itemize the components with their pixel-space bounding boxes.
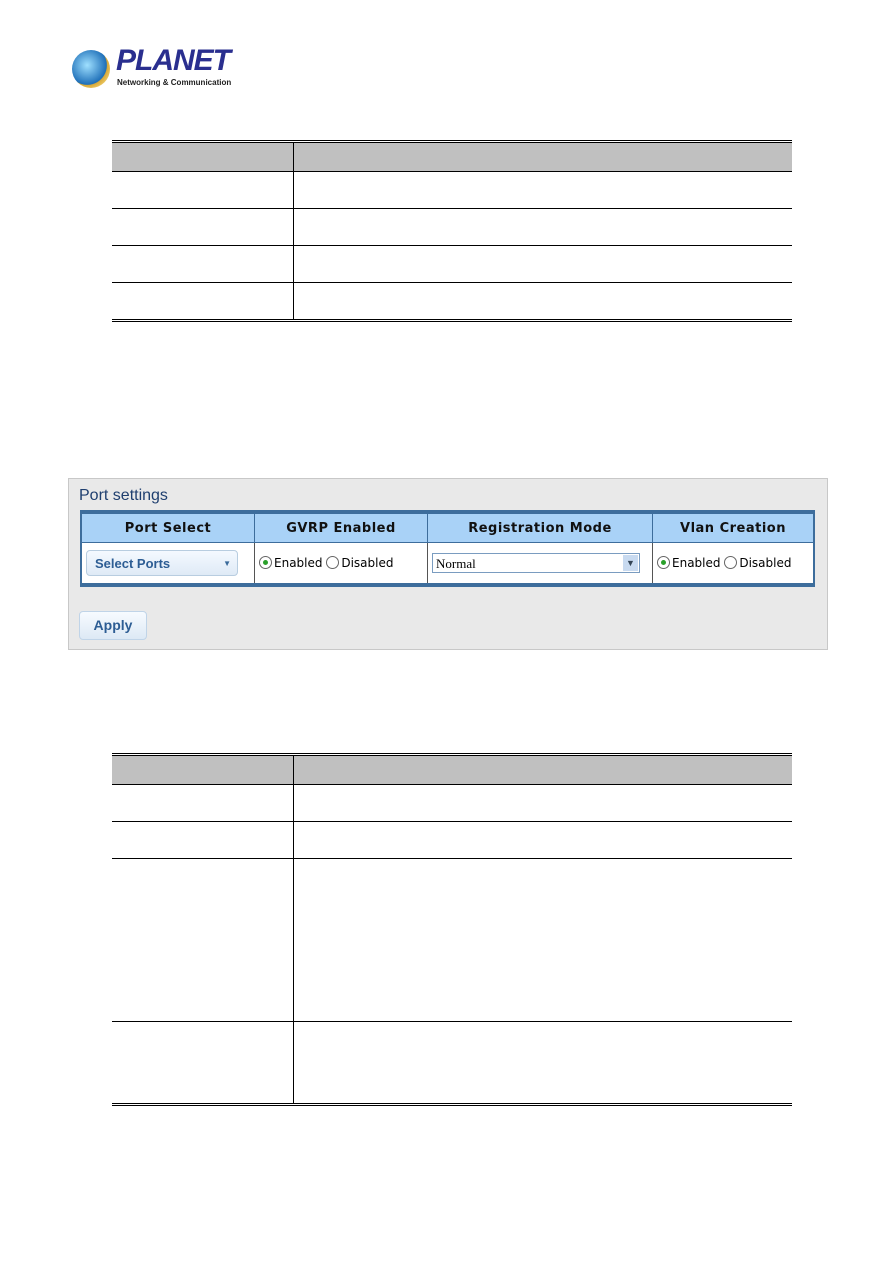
- table-row: [112, 172, 792, 209]
- radio-icon: [724, 556, 738, 569]
- vlan-creation-enabled-radio[interactable]: Enabled: [657, 556, 721, 570]
- logo-brand: PLANET: [116, 44, 231, 77]
- col-gvrp-enabled: GVRP Enabled: [254, 511, 428, 543]
- registration-mode-select[interactable]: Normal ▼: [432, 553, 640, 573]
- gvrp-enabled-radio[interactable]: Enabled: [259, 556, 323, 570]
- radio-label: Disabled: [739, 556, 792, 570]
- apply-button[interactable]: Apply: [79, 611, 147, 640]
- table-row: [112, 246, 792, 283]
- table-row: [112, 859, 792, 1022]
- port-settings-panel: Port settings Port Select GVRP Enabled R…: [68, 478, 828, 650]
- radio-label: Enabled: [672, 556, 721, 570]
- logo-tagline: Networking & Communication: [117, 78, 232, 87]
- table-row: [112, 1022, 792, 1103]
- table-row: [112, 785, 792, 822]
- vlan-creation-disabled-radio[interactable]: Disabled: [724, 556, 791, 570]
- registration-mode-value: Normal: [436, 556, 476, 571]
- table-header: [112, 143, 792, 172]
- col-port-select: Port Select: [80, 511, 255, 543]
- object-description-table-1: [112, 140, 792, 322]
- gvrp-disabled-radio[interactable]: Disabled: [326, 556, 393, 570]
- col-vlan-creation: Vlan Creation: [652, 511, 815, 543]
- col-registration-mode: Registration Mode: [427, 511, 653, 543]
- panel-title: Port settings: [79, 487, 168, 504]
- table-header: [112, 756, 792, 785]
- radio-icon: [657, 556, 670, 569]
- planet-logo: PLANET Networking & Communication: [72, 44, 232, 92]
- object-description-table-2: [112, 753, 792, 1106]
- globe-icon: [72, 50, 110, 88]
- port-settings-table: Port Select GVRP Enabled Registration Mo…: [80, 510, 815, 587]
- table-row: [112, 283, 792, 319]
- radio-icon: [259, 556, 272, 569]
- select-ports-dropdown[interactable]: Select Ports ▼: [86, 550, 238, 576]
- chevron-down-icon: ▼: [623, 555, 638, 571]
- table-row: [112, 209, 792, 246]
- select-ports-label: Select Ports: [95, 556, 171, 571]
- radio-icon: [326, 556, 340, 569]
- caret-down-icon: ▼: [223, 559, 231, 568]
- table-row: [112, 822, 792, 859]
- radio-label: Disabled: [341, 556, 394, 570]
- radio-label: Enabled: [274, 556, 323, 570]
